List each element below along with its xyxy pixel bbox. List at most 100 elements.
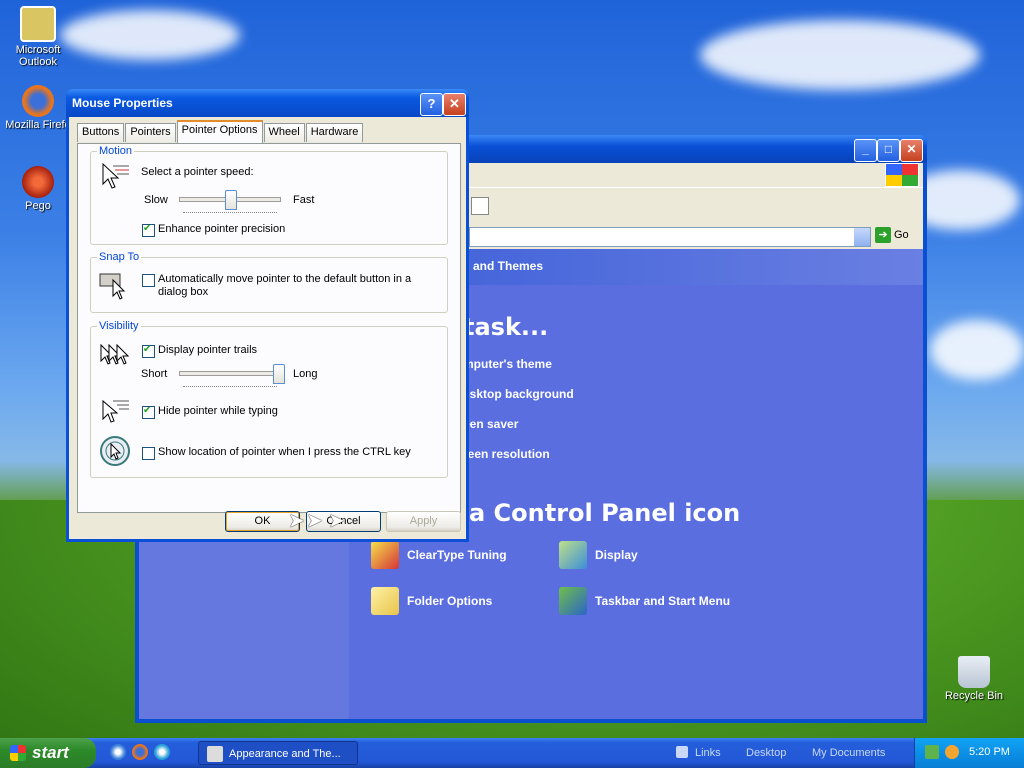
control-panel-icon [207,746,223,762]
desktop-icon-pego[interactable]: Pego [2,166,74,212]
folder-icon [371,587,399,615]
network-icon[interactable] [925,745,939,759]
close-button[interactable]: ✕ [443,93,466,116]
outlook-icon [20,6,56,42]
motion-group: Motion Select a pointer speed: Slow Fast… [90,145,448,245]
fast-label: Fast [293,194,315,206]
cp-icon-label: Folder Options [407,594,493,608]
show-location-label: Show location of pointer when I press th… [158,446,411,458]
show-location-icon [100,436,130,466]
desktop-icon-outlook[interactable]: Microsoft Outlook [2,6,74,68]
speed-slider-thumb[interactable] [225,190,237,210]
trails-slider-thumb[interactable] [273,364,285,384]
cloud [60,10,240,60]
minimize-button[interactable]: _ [854,139,877,162]
tab-wheel[interactable]: Wheel [263,123,305,142]
mouse-pointer-trail-icon: ➤ [306,510,323,532]
pointer-options-panel: Motion Select a pointer speed: Slow Fast… [77,143,461,513]
long-label: Long [293,368,318,380]
mouse-properties-dialog: Mouse Properties ? ✕ Buttons Pointers Po… [66,89,469,542]
clock[interactable]: 5:20 PM [969,746,1010,758]
desktop-icon-firefox[interactable]: Mozilla Firefo [2,85,74,131]
taskbar-item-appearance[interactable]: Appearance and The... [198,741,358,765]
pick-task-heading: task... [463,313,549,341]
cp-icon-label: ClearType Tuning [407,548,507,562]
snap-to-group: Snap To Automatically move pointer to th… [90,251,448,313]
trails-slider-ticks [183,386,277,389]
windows-logo-icon [885,163,919,187]
snap-to-text-line2: dialog box [158,286,209,298]
desktop-icon-label: Microsoft Outlook [15,44,61,68]
tab-buttons[interactable]: Buttons [77,123,125,142]
snap-to-text-line1: Automatically move pointer to the defaul… [158,273,412,285]
cp-icon-cleartype[interactable]: ClearType Tuning [371,541,507,569]
cp-icon-folder-options[interactable]: Folder Options [371,587,492,615]
pick-icon-heading: a Control Panel icon [469,499,741,527]
dialog-body: Buttons Pointers Pointer Options Wheel H… [69,117,466,539]
apply-button[interactable]: Apply [386,511,461,532]
cp-icon-display[interactable]: Display [559,541,638,569]
task-link-screen-saver[interactable]: een saver [463,417,518,431]
dialog-title: Mouse Properties [72,96,173,110]
speed-label: Select a pointer speed: [141,166,254,178]
maximize-button[interactable]: □ [877,139,900,162]
pointer-trails-label: Display pointer trails [158,344,258,356]
mouse-pointer-trail-icon: ➤ [288,510,305,532]
display-icon [559,541,587,569]
cp-icon-taskbar[interactable]: Taskbar and Start Menu [559,587,730,615]
help-button[interactable]: ? [420,93,443,116]
links-toolbar[interactable]: Links [695,747,721,759]
trails-slider-track[interactable] [179,371,281,376]
task-link-theme[interactable]: mputer's theme [463,357,552,371]
cp-icon-label: Taskbar and Start Menu [595,594,731,608]
tab-hardware[interactable]: Hardware [305,123,364,142]
taskbar-item-label: Appearance and The... [229,748,341,760]
pego-icon [22,166,54,198]
ie-quicklaunch-icon[interactable] [110,744,126,760]
links-toolbar-icon [676,746,688,758]
address-input[interactable] [469,227,871,247]
enhance-precision-label: Enhance pointer precision [158,223,286,235]
pointer-trails-icon [100,343,130,365]
task-link-resolution[interactable]: reen resolution [463,447,550,461]
cloud [700,20,980,90]
firefox-quicklaunch-icon[interactable] [132,744,148,760]
recycle-bin-icon [958,656,990,688]
cleartype-icon [371,541,399,569]
enhance-precision-checkbox[interactable] [142,223,155,237]
slow-label: Slow [144,194,168,206]
taskbar: start Appearance and The... Links Deskto… [0,738,1024,768]
search-tray-icon[interactable] [945,745,959,759]
desktop-icon-label: Pego [25,200,51,212]
show-location-checkbox[interactable] [142,447,155,460]
desktop-toolbar[interactable]: Desktop [746,747,786,759]
visibility-group: Visibility Display pointer trails Short … [90,320,448,478]
desktop-icon-recycle-bin[interactable]: Recycle Bin [938,656,1010,702]
hide-pointer-icon [102,399,129,423]
tab-pointers[interactable]: Pointers [125,123,176,142]
close-button[interactable]: ✕ [900,139,923,162]
windows-flag-icon [10,745,26,761]
tab-pointer-options[interactable]: Pointer Options [176,120,263,143]
address-dropdown-icon[interactable] [854,228,870,246]
tab-strip: Buttons Pointers Pointer Options Wheel H… [77,120,364,143]
go-arrow-icon: ➔ [875,227,891,243]
ie-alt-quicklaunch-icon[interactable] [154,744,170,760]
snap-to-icon [99,273,126,300]
task-link-background[interactable]: esktop background [463,387,574,401]
views-icon[interactable] [471,197,489,215]
system-tray: 5:20 PM [914,738,1024,768]
motion-label: Motion [97,145,135,157]
category-title: and Themes [473,259,544,273]
short-label: Short [141,368,168,380]
snap-to-checkbox[interactable] [142,274,155,287]
start-button[interactable]: start [0,738,96,768]
my-documents-toolbar[interactable]: My Documents [812,747,885,759]
pointer-trails-checkbox[interactable] [142,344,155,358]
go-button[interactable]: ➔ Go [875,227,909,243]
cp-icon-label: Display [595,548,638,562]
taskbar-icon [559,587,587,615]
mouse-pointer-icon: ➤ [328,510,345,532]
speed-slider-ticks [183,212,277,215]
hide-pointer-checkbox[interactable] [142,405,155,419]
